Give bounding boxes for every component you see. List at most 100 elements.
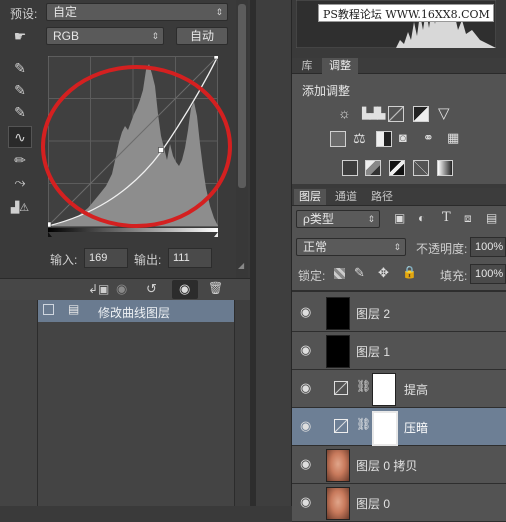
layer-name[interactable]: 图层 0 [356, 495, 390, 512]
lock-move-icon[interactable]: ✥ [378, 265, 389, 281]
layer-row[interactable]: ◉ ⛓ 提高 [292, 370, 506, 408]
layer-row[interactable]: ◉ 图层 0 [292, 484, 506, 522]
history-scroll-track[interactable] [234, 300, 250, 506]
lock-label: 锁定: [298, 269, 326, 283]
channel-dropdown[interactable]: RGB ⇕ [46, 27, 164, 45]
gradient-map-icon[interactable] [437, 160, 453, 176]
filter-adjustment-icon[interactable]: ◐ [418, 211, 425, 225]
view-previous-icon[interactable]: ◉ [116, 281, 127, 297]
layer-filter-dropdown[interactable]: ρ类型 ⇕ [296, 210, 380, 228]
layer-row-selected[interactable]: ◉ ⛓ 压暗 [292, 408, 506, 446]
history-snapshot-box[interactable] [43, 304, 54, 315]
link-icon[interactable]: ⛓ [356, 379, 371, 393]
curve-endpoint-black[interactable] [48, 221, 52, 228]
black-eyedropper-icon[interactable]: ✎ [10, 58, 30, 78]
levels-icon[interactable]: ▙▟▙ [362, 107, 385, 120]
visibility-toggle-button[interactable]: ◉ [172, 280, 198, 299]
curves-adjust-icon [334, 381, 348, 395]
clipping-warning-icon[interactable]: ▟⚠ [10, 198, 30, 218]
history-column-divider [37, 300, 38, 506]
curve-endpoint-white[interactable] [213, 56, 218, 60]
tab-library[interactable]: 库 [294, 58, 320, 74]
curve-tool-icon[interactable]: ∿ [8, 126, 32, 148]
tab-paths[interactable]: 路径 [366, 189, 398, 205]
layer-name[interactable]: 图层 1 [356, 343, 390, 360]
lock-paint-icon[interactable]: ✎ [354, 265, 365, 281]
black-white-icon[interactable] [376, 131, 392, 147]
vibrance-icon[interactable]: ▽ [438, 104, 450, 122]
history-item-label: 修改曲线图层 [98, 306, 171, 320]
color-balance-icon[interactable]: ⚖ [353, 130, 366, 147]
posterize-icon[interactable] [365, 160, 381, 176]
brightness-contrast-icon[interactable]: ☼ [338, 105, 351, 121]
layer-name[interactable]: 提高 [404, 381, 428, 398]
tab-channels[interactable]: 通道 [330, 189, 362, 205]
layer-name[interactable]: 图层 2 [356, 305, 390, 322]
adjustments-title: 添加调整 [302, 84, 351, 98]
filter-smart-object-icon[interactable]: ▤ [486, 211, 497, 225]
fill-field[interactable]: 100% [470, 264, 506, 284]
black-point-slider[interactable] [48, 232, 52, 237]
input-label: 输入: [50, 253, 78, 267]
layer-name[interactable]: 压暗 [404, 419, 428, 436]
lock-all-icon[interactable]: 🔒 [402, 265, 417, 279]
threshold-icon[interactable] [389, 160, 405, 176]
channel-mixer-icon[interactable]: ⚭ [423, 130, 434, 146]
gradient-bar [48, 228, 218, 232]
layer-mask-thumbnail[interactable] [372, 373, 396, 406]
histogram-panel: PS教程论坛 WWW.16XX8.COM [292, 0, 506, 56]
invert-icon[interactable] [342, 160, 358, 176]
lock-transparent-icon[interactable] [334, 268, 345, 279]
layer-mask-thumbnail[interactable] [372, 411, 398, 446]
smooth-curve-icon[interactable]: ⤳ [10, 172, 30, 192]
filter-type-icon[interactable]: T [442, 210, 451, 225]
white-eyedropper-icon[interactable]: ✎ [10, 102, 30, 122]
eye-icon[interactable]: ◉ [300, 305, 314, 319]
adjustments-panel: 库 调整 添加调整 ☼ ▙▟▙ ▽ ⚖ ◙ ⚭ ▦ [292, 58, 506, 184]
color-lookup-icon[interactable]: ▦ [447, 130, 459, 146]
layers-tabbar: 图层 通道 路径 [292, 188, 506, 206]
filter-shape-icon[interactable]: ⧈ [464, 211, 472, 226]
clip-to-layer-icon[interactable]: ↲▣ [88, 282, 109, 296]
exposure-icon[interactable] [413, 106, 429, 122]
hue-saturation-icon[interactable] [330, 131, 346, 147]
auto-button[interactable]: 自动 [176, 27, 228, 45]
layer-row[interactable]: ◉ 图层 0 拷贝 [292, 446, 506, 484]
curves-adjust-icon[interactable] [388, 106, 404, 122]
link-icon[interactable]: ⛓ [356, 417, 371, 431]
reset-icon[interactable]: ↺ [146, 281, 157, 297]
eye-icon[interactable]: ◉ [300, 419, 314, 433]
blend-mode-dropdown[interactable]: 正常 ⇕ [296, 238, 406, 256]
chevron-updown-icon: ⇕ [151, 31, 159, 41]
eye-icon[interactable]: ◉ [300, 495, 314, 509]
layer-row[interactable]: ◉ 图层 2 [292, 294, 506, 332]
tab-adjustments[interactable]: 调整 [322, 58, 358, 74]
eye-icon[interactable]: ◉ [300, 457, 314, 471]
eye-icon[interactable]: ◉ [300, 381, 314, 395]
output-value-field[interactable]: 111 [168, 248, 212, 268]
layer-thumbnail [326, 335, 350, 368]
gray-eyedropper-icon[interactable]: ✎ [10, 80, 30, 100]
history-item-row[interactable]: ▤ 修改曲线图层 [38, 300, 234, 322]
properties-panel: 预设: 自定 ⇕ ☛ RGB ⇕ 自动 ✎ ✎ ✎ ∿ ✏ ⤳ ▟⚠ 输入: 1… [0, 0, 250, 300]
white-point-slider[interactable] [214, 232, 218, 237]
preset-dropdown[interactable]: 自定 ⇕ [46, 3, 228, 21]
trash-icon[interactable]: 🗑 [208, 281, 223, 295]
scrollbar-thumb[interactable] [238, 4, 246, 188]
layer-thumbnail [326, 487, 350, 520]
filter-pixel-icon[interactable]: ▣ [394, 211, 405, 225]
tab-layers[interactable]: 图层 [294, 189, 326, 205]
selective-color-icon[interactable] [413, 160, 429, 176]
opacity-field[interactable]: 100% [470, 237, 506, 257]
opacity-label: 不透明度: [416, 242, 468, 256]
input-value-field[interactable]: 169 [84, 248, 128, 268]
resize-grip[interactable]: ◢ [238, 262, 246, 270]
layer-name[interactable]: 图层 0 拷贝 [356, 457, 417, 474]
layer-row[interactable]: ◉ 图层 1 [292, 332, 506, 370]
pencil-icon[interactable]: ✏ [10, 150, 30, 170]
eye-icon[interactable]: ◉ [300, 343, 314, 357]
properties-scrollbar[interactable] [236, 0, 248, 280]
hand-adjust-icon[interactable]: ☛ [10, 26, 30, 46]
photo-filter-icon[interactable]: ◙ [399, 130, 407, 145]
chevron-updown-icon: ⇕ [367, 214, 375, 224]
